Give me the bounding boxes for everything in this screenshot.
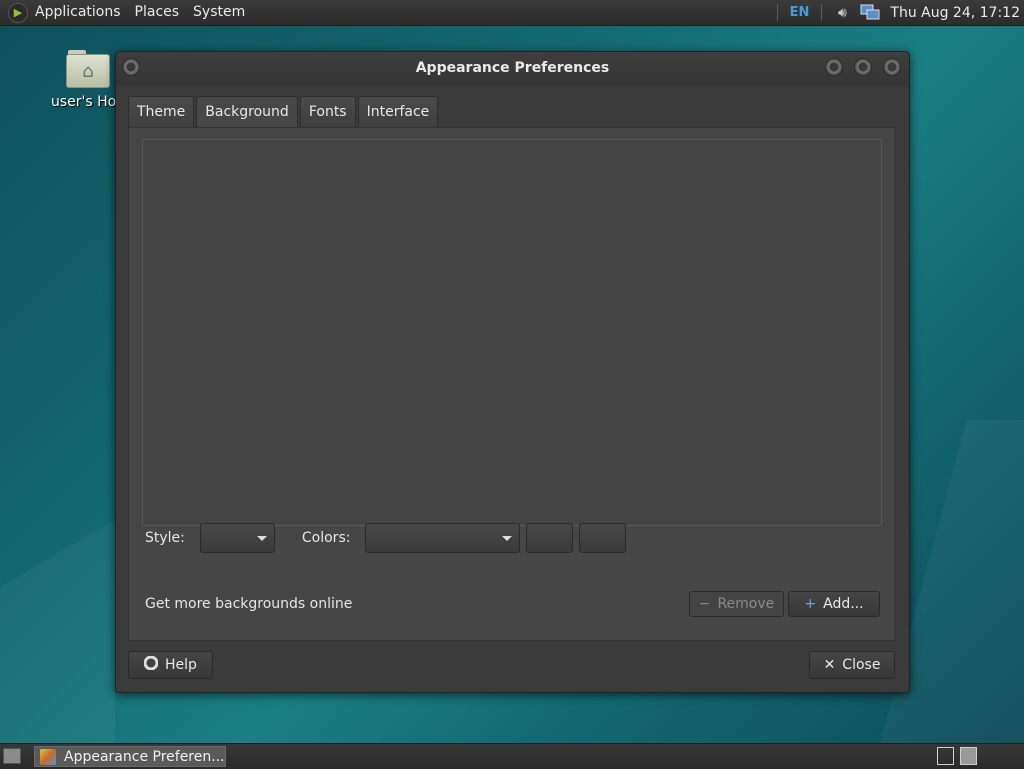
workspace-1[interactable] <box>937 747 954 765</box>
taskbar-window-button[interactable]: Appearance Preferen... <box>34 746 226 767</box>
help-lifebuoy-icon <box>143 655 159 674</box>
system-tray: EN 🔊︎ Thu Aug 24, 17:12 <box>771 0 1024 25</box>
close-button[interactable]: ✕ Close <box>809 651 895 679</box>
chevron-down-icon <box>502 536 513 541</box>
style-combo[interactable] <box>199 523 275 553</box>
menu-applications[interactable]: Applications <box>28 0 128 25</box>
tab-background[interactable]: Background <box>196 96 298 127</box>
window-titlebar[interactable]: Appearance Preferences <box>116 52 909 86</box>
keyboard-layout-indicator[interactable]: EN <box>784 5 816 20</box>
background-preview-list[interactable] <box>142 139 882 526</box>
help-button[interactable]: Help <box>128 651 213 679</box>
close-x-icon: ✕ <box>823 657 836 673</box>
primary-color-button[interactable] <box>526 523 574 553</box>
window-content: Theme Background Fonts Interface Style: … <box>128 96 895 641</box>
home-folder-icon: ⌂ <box>66 48 110 88</box>
remove-button[interactable]: − Remove <box>689 591 784 617</box>
secondary-color-button[interactable] <box>579 523 627 553</box>
help-label: Help <box>165 657 197 673</box>
workspace-2[interactable] <box>960 747 977 765</box>
remove-label: Remove <box>717 596 775 612</box>
menu-system[interactable]: System <box>186 0 252 25</box>
tray-separator <box>821 4 823 21</box>
style-colors-row: Style: Colors: <box>145 523 627 553</box>
volume-icon[interactable]: 🔊︎ <box>832 4 852 22</box>
add-label: Add... <box>823 596 864 612</box>
tab-fonts[interactable]: Fonts <box>299 96 356 127</box>
colors-combo[interactable] <box>365 523 521 553</box>
appearance-preferences-window: Appearance Preferences Theme Background … <box>115 51 910 693</box>
window-title: Appearance Preferences <box>415 60 610 76</box>
menu-places[interactable]: Places <box>128 0 187 25</box>
plus-icon: + <box>804 596 817 612</box>
tab-bar: Theme Background Fonts Interface <box>128 96 895 128</box>
chevron-down-icon <box>256 536 267 541</box>
network-icon[interactable] <box>860 4 880 22</box>
minimize-button[interactable] <box>825 58 843 76</box>
tray-separator <box>776 4 778 21</box>
bottom-actions-row: Get more backgrounds online − Remove + A… <box>145 591 880 617</box>
show-desktop-icon[interactable] <box>3 748 21 764</box>
distro-logo-icon[interactable]: ▶ <box>8 2 28 23</box>
add-button[interactable]: + Add... <box>788 591 880 617</box>
style-label: Style: <box>145 530 185 546</box>
tab-interface[interactable]: Interface <box>357 96 439 127</box>
get-more-backgrounds-link[interactable]: Get more backgrounds online <box>145 596 352 612</box>
clock[interactable]: Thu Aug 24, 17:12 <box>884 5 1024 21</box>
window-close-button[interactable] <box>883 58 901 76</box>
colors-label: Colors: <box>301 530 351 546</box>
tab-theme[interactable]: Theme <box>128 96 195 127</box>
desktop-wallpaper-shape <box>0 520 115 743</box>
close-label: Close <box>842 657 881 673</box>
appearance-app-icon <box>40 748 56 765</box>
bottom-panel: Appearance Preferen... <box>0 743 1024 769</box>
minus-icon: − <box>698 596 711 612</box>
background-tab-panel: Style: Colors: Get more backgrounds onli… <box>128 127 895 641</box>
top-panel: ▶ Applications Places System EN 🔊︎ Thu A… <box>0 0 1024 26</box>
taskbar-window-label: Appearance Preferen... <box>64 748 225 765</box>
maximize-button[interactable] <box>854 58 872 76</box>
